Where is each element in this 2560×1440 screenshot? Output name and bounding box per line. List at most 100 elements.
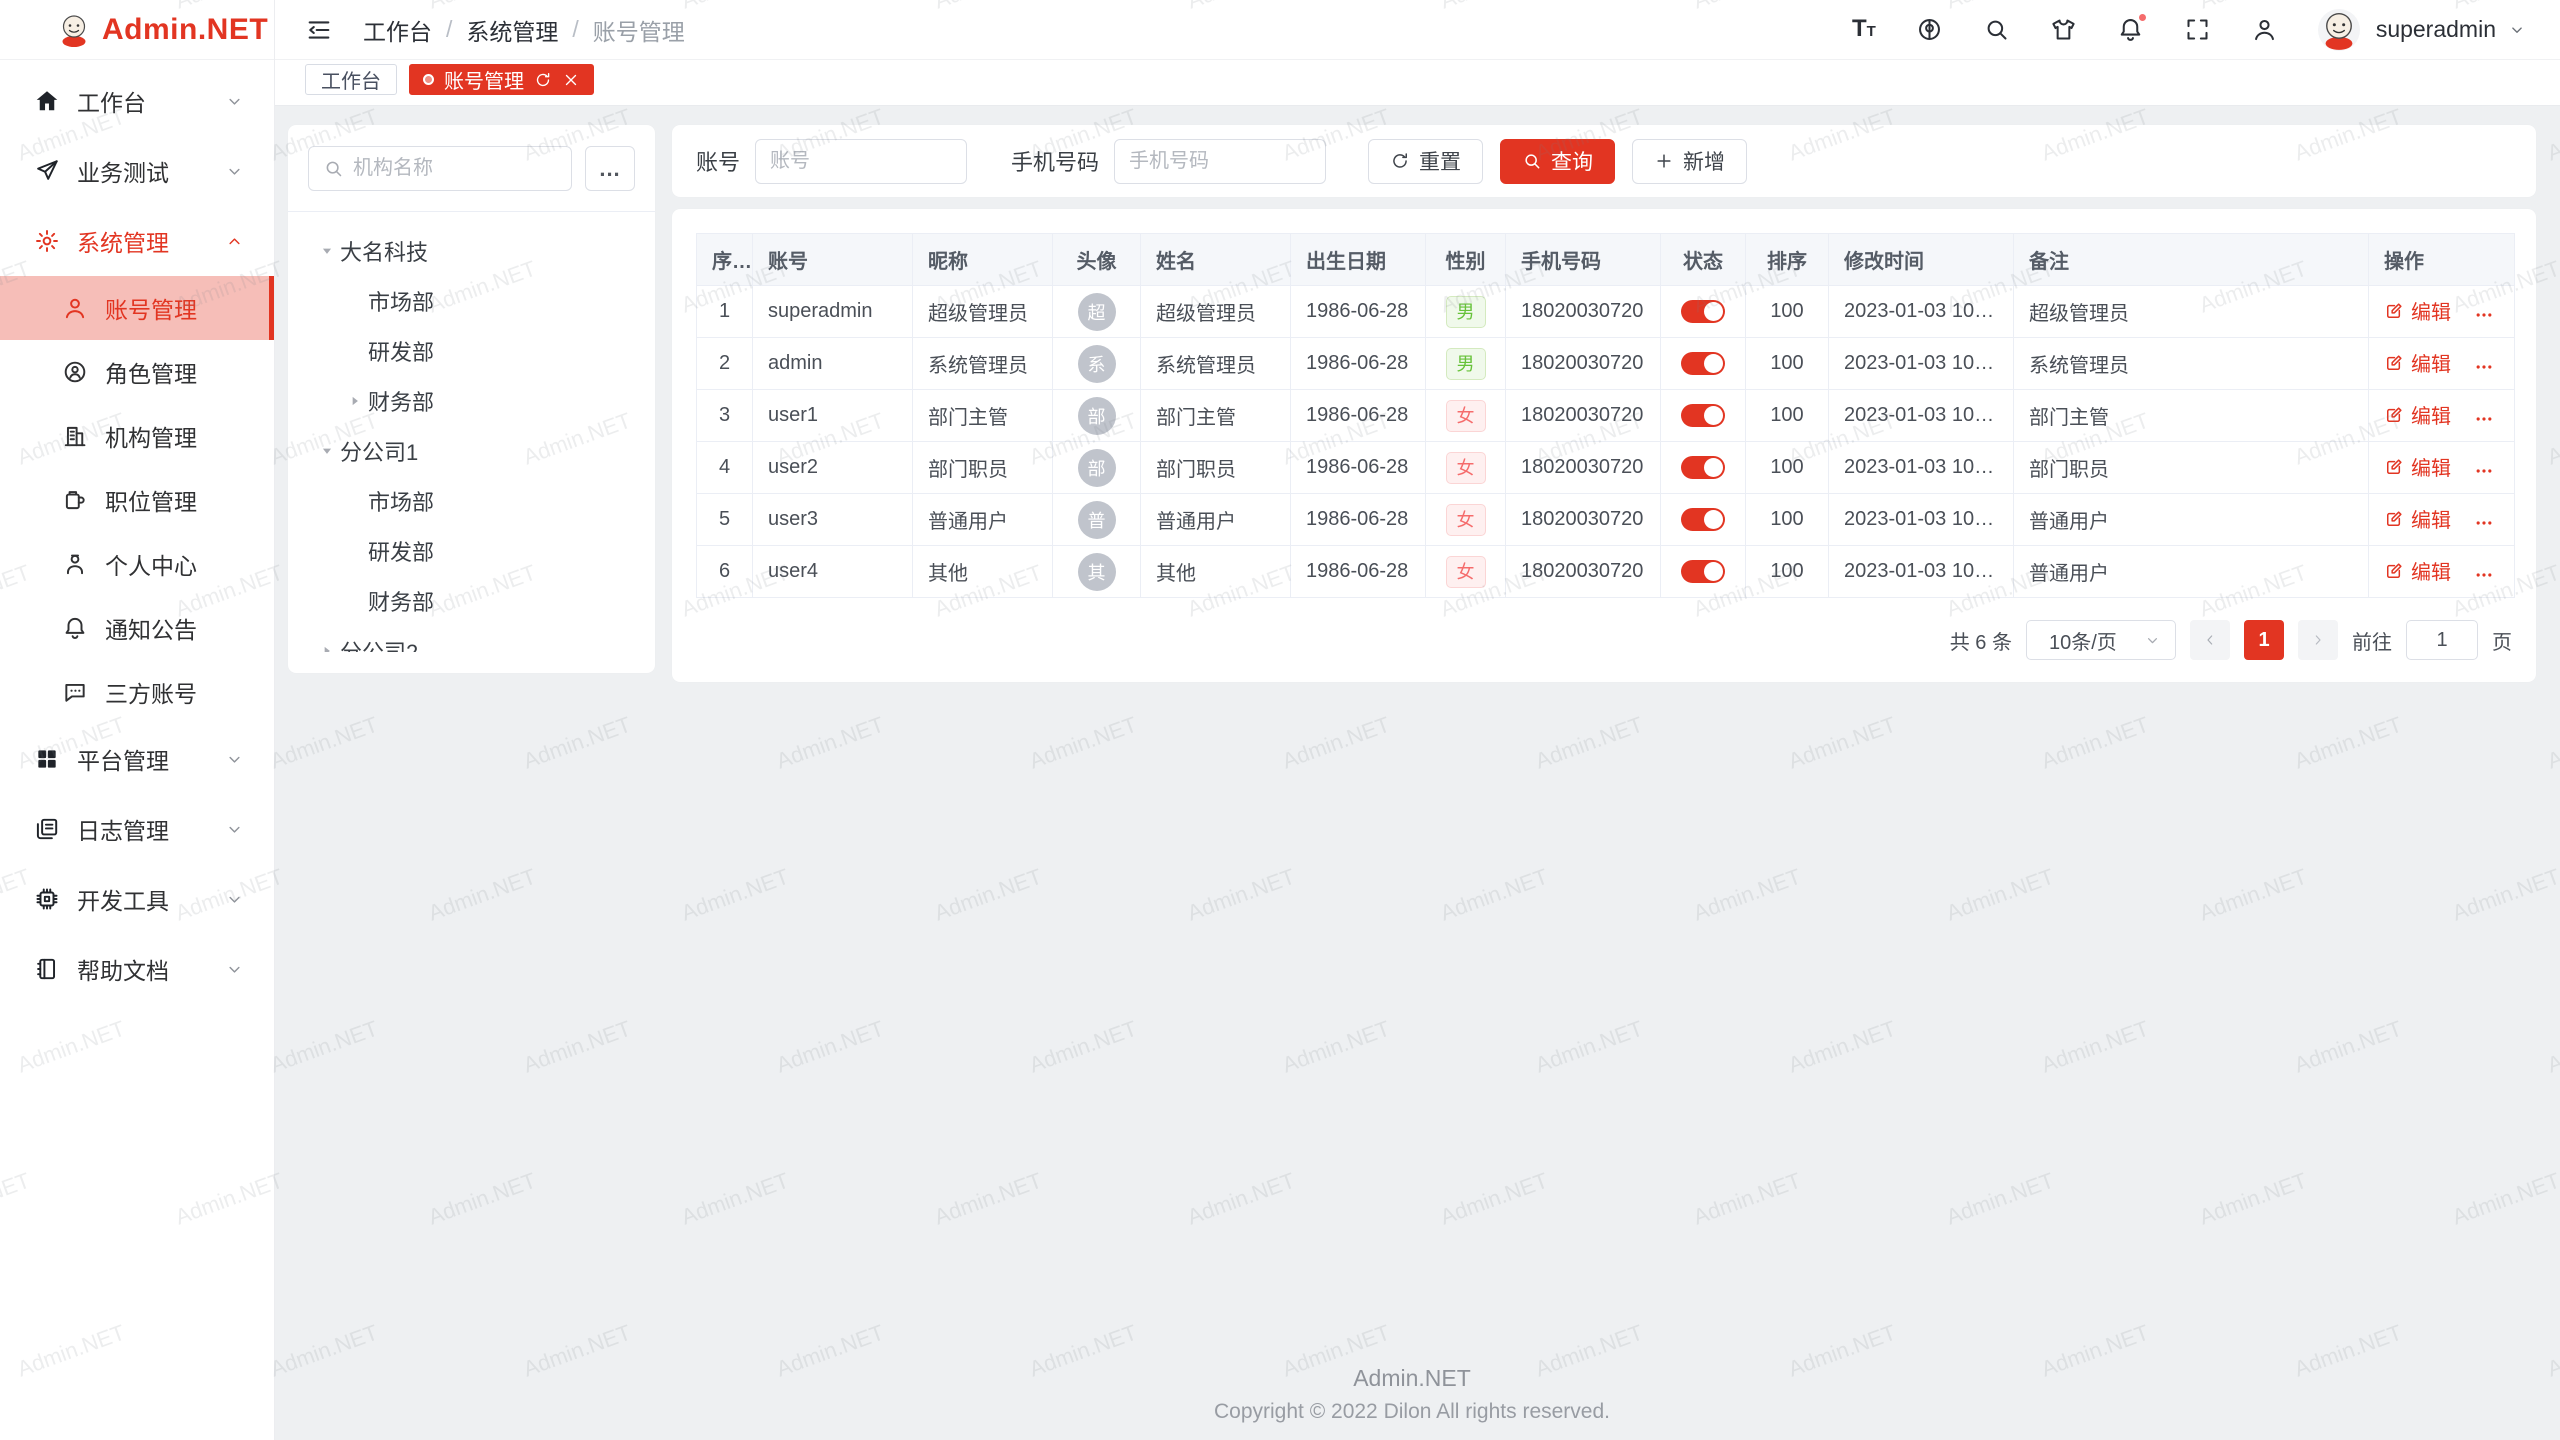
tab-account-manage[interactable]: 账号管理 bbox=[409, 64, 594, 95]
log-icon bbox=[34, 816, 60, 842]
sidebar-collapse-icon[interactable] bbox=[305, 16, 333, 44]
cell-actions: 编辑 bbox=[2369, 546, 2515, 598]
caret-down-icon[interactable] bbox=[314, 438, 340, 464]
prev-page-button[interactable] bbox=[2190, 620, 2230, 660]
tree-node[interactable]: 市场部 bbox=[308, 276, 635, 326]
sidebar-item-position-manage[interactable]: 职位管理 bbox=[0, 468, 274, 532]
sidebar-item-org-manage[interactable]: 机构管理 bbox=[0, 404, 274, 468]
sidebar-item-personal-center[interactable]: 个人中心 bbox=[0, 532, 274, 596]
edit-button[interactable]: 编辑 bbox=[2384, 296, 2451, 325]
tree-node[interactable]: 市场部 bbox=[308, 476, 635, 526]
more-actions-button[interactable] bbox=[2473, 305, 2495, 325]
fullscreen-icon[interactable] bbox=[2184, 16, 2211, 43]
tree-node[interactable]: 财务部 bbox=[308, 376, 635, 426]
edit-button[interactable]: 编辑 bbox=[2384, 348, 2451, 377]
sidebar-item-log-manage[interactable]: 日志管理 bbox=[0, 794, 274, 864]
caret-down-icon[interactable] bbox=[314, 238, 340, 264]
breadcrumb-item-workbench[interactable]: 工作台 bbox=[363, 13, 432, 47]
cell-account: superadmin bbox=[753, 286, 913, 338]
cell-phone: 18020030720 bbox=[1506, 286, 1661, 338]
sidebar-item-help-docs[interactable]: 帮助文档 bbox=[0, 934, 274, 1004]
more-actions-button[interactable] bbox=[2473, 565, 2495, 585]
tree-node[interactable]: 大名科技 bbox=[308, 226, 635, 276]
status-toggle[interactable] bbox=[1681, 560, 1725, 583]
font-size-icon[interactable]: TT bbox=[1852, 15, 1876, 45]
edit-button[interactable]: 编辑 bbox=[2384, 556, 2451, 585]
avatar: 超 bbox=[1078, 293, 1116, 331]
tree-node[interactable]: 研发部 bbox=[308, 326, 635, 376]
cell-gender: 男 bbox=[1426, 338, 1506, 390]
sidebar-item-third-account[interactable]: 三方账号 bbox=[0, 660, 274, 724]
chevron-right-icon bbox=[2310, 632, 2326, 648]
search-button[interactable]: 查询 bbox=[1500, 139, 1615, 184]
org-search-input[interactable] bbox=[353, 157, 557, 180]
account-table-panel: 序号账号昵称头像姓名出生日期性别手机号码状态排序修改时间备注操作 1supera… bbox=[672, 209, 2536, 682]
table-row: 6user4其他其其他1986-06-28女180200307201002023… bbox=[697, 546, 2515, 598]
edit-button[interactable]: 编辑 bbox=[2384, 504, 2451, 533]
goto-label: 前往 bbox=[2352, 626, 2392, 655]
reset-button[interactable]: 重置 bbox=[1368, 139, 1483, 184]
gender-badge: 女 bbox=[1446, 504, 1486, 536]
notification-bell-icon[interactable] bbox=[2117, 16, 2144, 43]
column-header: 昵称 bbox=[913, 234, 1053, 286]
caret-placeholder bbox=[342, 538, 368, 564]
sidebar-item-system-manage[interactable]: 系统管理 bbox=[0, 206, 274, 276]
account-input[interactable] bbox=[770, 150, 952, 173]
theme-icon[interactable] bbox=[2050, 16, 2077, 43]
phone-input[interactable] bbox=[1129, 150, 1311, 173]
sidebar-item-account-manage[interactable]: 账号管理 bbox=[0, 276, 274, 340]
sidebar-item-dev-tools[interactable]: 开发工具 bbox=[0, 864, 274, 934]
cell-status bbox=[1661, 286, 1746, 338]
status-toggle[interactable] bbox=[1681, 508, 1725, 531]
cell-nickname: 部门主管 bbox=[913, 390, 1053, 442]
status-toggle[interactable] bbox=[1681, 404, 1725, 427]
caret-right-icon[interactable] bbox=[314, 638, 340, 652]
sidebar-item-role-manage[interactable]: 角色管理 bbox=[0, 340, 274, 404]
sidebar-item-business-test[interactable]: 业务测试 bbox=[0, 136, 274, 206]
cell-birthdate: 1986-06-28 bbox=[1291, 546, 1426, 598]
org-more-button[interactable]: ... bbox=[585, 146, 635, 191]
next-page-button[interactable] bbox=[2298, 620, 2338, 660]
cell-account: user1 bbox=[753, 390, 913, 442]
search-icon[interactable] bbox=[1983, 16, 2010, 43]
tree-node[interactable]: 研发部 bbox=[308, 526, 635, 576]
sidebar-item-workbench[interactable]: 工作台 bbox=[0, 66, 274, 136]
status-toggle[interactable] bbox=[1681, 456, 1725, 479]
tree-node[interactable]: 财务部 bbox=[308, 576, 635, 626]
user-avatar[interactable] bbox=[2318, 9, 2360, 51]
cell-modified-time: 2023-01-03 10:59:44 bbox=[1829, 442, 2014, 494]
goto-page-input[interactable] bbox=[2406, 620, 2478, 660]
tree-node[interactable]: 分公司2 bbox=[308, 626, 635, 652]
edit-button[interactable]: 编辑 bbox=[2384, 452, 2451, 481]
more-actions-button[interactable] bbox=[2473, 513, 2495, 533]
tree-node[interactable]: 分公司1 bbox=[308, 426, 635, 476]
sidebar-item-notice[interactable]: 通知公告 bbox=[0, 596, 274, 660]
avatar: 部 bbox=[1078, 397, 1116, 435]
sidebar-item-label: 账号管理 bbox=[105, 291, 244, 325]
more-actions-button[interactable] bbox=[2473, 357, 2495, 377]
more-actions-button[interactable] bbox=[2473, 409, 2495, 429]
language-icon[interactable] bbox=[1916, 16, 1943, 43]
cell-account: user2 bbox=[753, 442, 913, 494]
pagination: 共 6 条 10条/页 1 前往 bbox=[696, 620, 2512, 660]
caret-right-icon[interactable] bbox=[342, 388, 368, 414]
tab-bar: 工作台 账号管理 bbox=[275, 60, 2560, 106]
table-row: 3user1部门主管部部门主管1986-06-28女18020030720100… bbox=[697, 390, 2515, 442]
username[interactable]: superadmin bbox=[2376, 16, 2496, 43]
current-page[interactable]: 1 bbox=[2244, 620, 2284, 660]
more-actions-button[interactable] bbox=[2473, 461, 2495, 481]
breadcrumb-item-system[interactable]: 系统管理 bbox=[466, 13, 558, 47]
tab-refresh-icon[interactable] bbox=[534, 71, 552, 89]
add-button[interactable]: 新增 bbox=[1632, 139, 1747, 184]
tab-close-icon[interactable] bbox=[562, 71, 580, 89]
tab-workbench[interactable]: 工作台 bbox=[305, 64, 397, 95]
status-toggle[interactable] bbox=[1681, 352, 1725, 375]
cell-sort: 100 bbox=[1746, 286, 1829, 338]
edit-button[interactable]: 编辑 bbox=[2384, 400, 2451, 429]
page-size-select[interactable]: 10条/页 bbox=[2026, 620, 2176, 660]
status-toggle[interactable] bbox=[1681, 300, 1725, 323]
user-icon[interactable] bbox=[2251, 16, 2278, 43]
edit-icon bbox=[2384, 353, 2404, 373]
sidebar-item-platform-manage[interactable]: 平台管理 bbox=[0, 724, 274, 794]
user-menu-chevron-icon[interactable] bbox=[2508, 21, 2526, 39]
